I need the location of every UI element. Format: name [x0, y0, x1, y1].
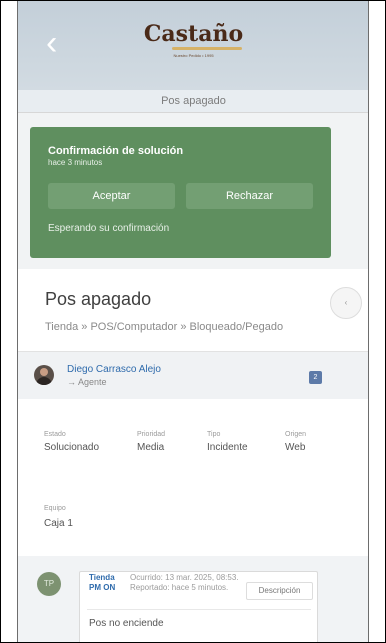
waiting-status: Esperando su confirmación [48, 223, 170, 234]
detail-prioridad: Prioridad Media [137, 431, 165, 453]
avatar [34, 365, 54, 385]
agent-name[interactable]: Diego Carrasco Alejo [67, 364, 161, 375]
comment-avatar: TP [37, 572, 61, 596]
count-badge: 2 [309, 371, 322, 384]
logo-underline [172, 47, 242, 50]
detail-value: Media [137, 442, 165, 453]
side-panel-button[interactable]: ‹ [330, 287, 362, 319]
ticket-header: Pos apagado Tienda » POS/Computador » Bl… [18, 269, 369, 351]
breadcrumb: Tienda » POS/Computador » Bloqueado/Pega… [45, 321, 284, 333]
ticket-details: Estado Solucionado Prioridad Media Tipo … [18, 399, 369, 472]
agent-role: → Agente [67, 377, 107, 387]
detail-value: Web [285, 442, 306, 453]
avatar-head [40, 368, 48, 376]
comment-divider [87, 609, 311, 610]
detail-origen: Origen Web [285, 431, 306, 453]
brand-tagline: Nuestro Pedido • 1995 [173, 53, 214, 58]
detail-label: Prioridad [137, 431, 166, 438]
avatar-body [36, 377, 52, 385]
header: ‹ Castaño Nuestro Pedido • 1995 [18, 1, 369, 90]
comment-card: Tienda PM ON Ocurrido: 13 mar. 2025, 08:… [79, 571, 318, 642]
comment-text: Pos no enciende [89, 618, 164, 629]
team-section: Equipo Caja 1 [18, 471, 369, 556]
detail-label: Tipo [207, 431, 221, 438]
accept-button[interactable]: Aceptar [48, 183, 175, 209]
team-value: Caja 1 [44, 518, 73, 529]
detail-value: Solucionado [44, 442, 100, 453]
confirmation-time: hace 3 minutos [48, 158, 103, 167]
app-frame: ‹ Castaño Nuestro Pedido • 1995 Pos apag… [0, 0, 386, 643]
description-button[interactable]: Descripción [246, 582, 313, 600]
detail-label: Estado [44, 431, 66, 438]
team-label: Equipo [44, 505, 66, 512]
detail-tipo: Tipo Incidente [207, 431, 248, 453]
confirmation-title: Confirmación de solución [48, 145, 184, 157]
confirmation-card: Confirmación de solución hace 3 minutos … [30, 127, 331, 258]
detail-estado: Estado Solucionado [44, 431, 99, 453]
comment-author[interactable]: Tienda PM ON [89, 573, 123, 593]
ticket-title: Pos apagado [45, 289, 152, 309]
page-subtitle: Pos apagado [18, 90, 369, 113]
reject-button[interactable]: Rechazar [186, 183, 313, 209]
agent-row[interactable]: Diego Carrasco Alejo → Agente 2 [18, 351, 369, 400]
brand-logo: Castaño [143, 21, 244, 47]
detail-label: Origen [285, 431, 307, 438]
detail-value: Incidente [207, 442, 248, 453]
comment-meta: Ocurrido: 13 mar. 2025, 08:53. Reportado… [130, 573, 239, 592]
comments-section: TP Tienda PM ON Ocurrido: 13 mar. 2025, … [18, 556, 369, 642]
